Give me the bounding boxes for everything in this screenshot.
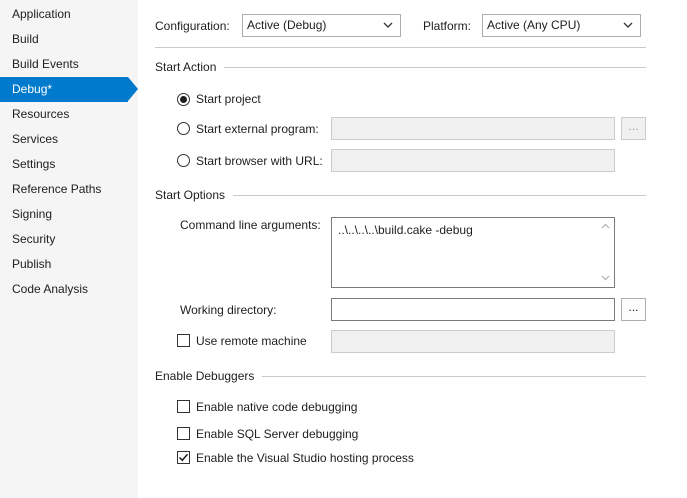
debuggers-title: Enable Debuggers — [155, 368, 263, 384]
sidebar: Application Build Build Events Debug* Re… — [0, 0, 138, 498]
chevron-down-icon — [623, 22, 633, 28]
start-action-rule — [155, 67, 646, 68]
project-properties-debug-page: Application Build Build Events Debug* Re… — [0, 0, 687, 498]
configuration-select[interactable]: Active (Debug) — [242, 14, 401, 37]
remote-machine-input[interactable] — [331, 330, 615, 353]
checkmark-icon — [178, 453, 189, 462]
start-browser-radio[interactable] — [177, 154, 190, 167]
chevron-down-icon — [383, 22, 393, 28]
sidebar-item-resources[interactable]: Resources — [0, 102, 128, 127]
working-dir-input[interactable] — [331, 298, 615, 321]
sidebar-item-debug[interactable]: Debug* — [0, 77, 138, 102]
platform-select[interactable]: Active (Any CPU) — [482, 14, 641, 37]
sidebar-item-settings[interactable]: Settings — [0, 152, 128, 177]
platform-value: Active (Any CPU) — [487, 18, 581, 32]
external-program-input[interactable] — [331, 117, 615, 140]
sidebar-item-code-analysis[interactable]: Code Analysis — [0, 277, 128, 302]
start-browser-label: Start browser with URL: — [196, 154, 323, 168]
sidebar-item-publish[interactable]: Publish — [0, 252, 128, 277]
vshost-checkbox[interactable] — [177, 451, 190, 464]
sql-debugging-checkbox[interactable] — [177, 427, 190, 440]
remote-machine-label: Use remote machine — [196, 334, 307, 348]
configuration-label: Configuration: — [155, 19, 230, 33]
sidebar-item-build-events[interactable]: Build Events — [0, 52, 128, 77]
cmd-args-value: ..\..\..\..\build.cake -debug — [338, 223, 473, 237]
sidebar-item-application[interactable]: Application — [0, 2, 128, 27]
cmd-args-scrollbar[interactable] — [597, 218, 614, 287]
platform-label: Platform: — [423, 19, 472, 33]
native-debugging-checkbox[interactable] — [177, 400, 190, 413]
start-external-label: Start external program: — [196, 122, 319, 136]
vshost-label: Enable the Visual Studio hosting process — [196, 451, 414, 465]
configuration-value: Active (Debug) — [247, 18, 327, 32]
sidebar-item-security[interactable]: Security — [0, 227, 128, 252]
cmd-args-textarea[interactable]: ..\..\..\..\build.cake -debug — [331, 217, 615, 288]
start-options-title: Start Options — [155, 187, 234, 203]
sidebar-item-reference-paths[interactable]: Reference Paths — [0, 177, 128, 202]
start-project-label: Start project — [196, 92, 261, 106]
cmd-args-label: Command line arguments: — [180, 218, 321, 232]
external-program-browse-button[interactable]: ... — [621, 117, 646, 140]
native-debugging-label: Enable native code debugging — [196, 400, 358, 414]
sidebar-item-build[interactable]: Build — [0, 27, 128, 52]
sidebar-item-signing[interactable]: Signing — [0, 202, 128, 227]
remote-machine-checkbox[interactable] — [177, 334, 190, 347]
sidebar-item-services[interactable]: Services — [0, 127, 128, 152]
working-dir-label: Working directory: — [180, 303, 277, 317]
header-separator — [155, 47, 646, 48]
working-dir-browse-button[interactable]: ... — [621, 298, 646, 321]
start-external-radio[interactable] — [177, 122, 190, 135]
scroll-arrows-icon — [601, 223, 610, 281]
start-project-radio[interactable] — [177, 93, 190, 106]
browser-url-input[interactable] — [331, 149, 615, 172]
sql-debugging-label: Enable SQL Server debugging — [196, 427, 359, 441]
start-action-title: Start Action — [155, 59, 225, 75]
